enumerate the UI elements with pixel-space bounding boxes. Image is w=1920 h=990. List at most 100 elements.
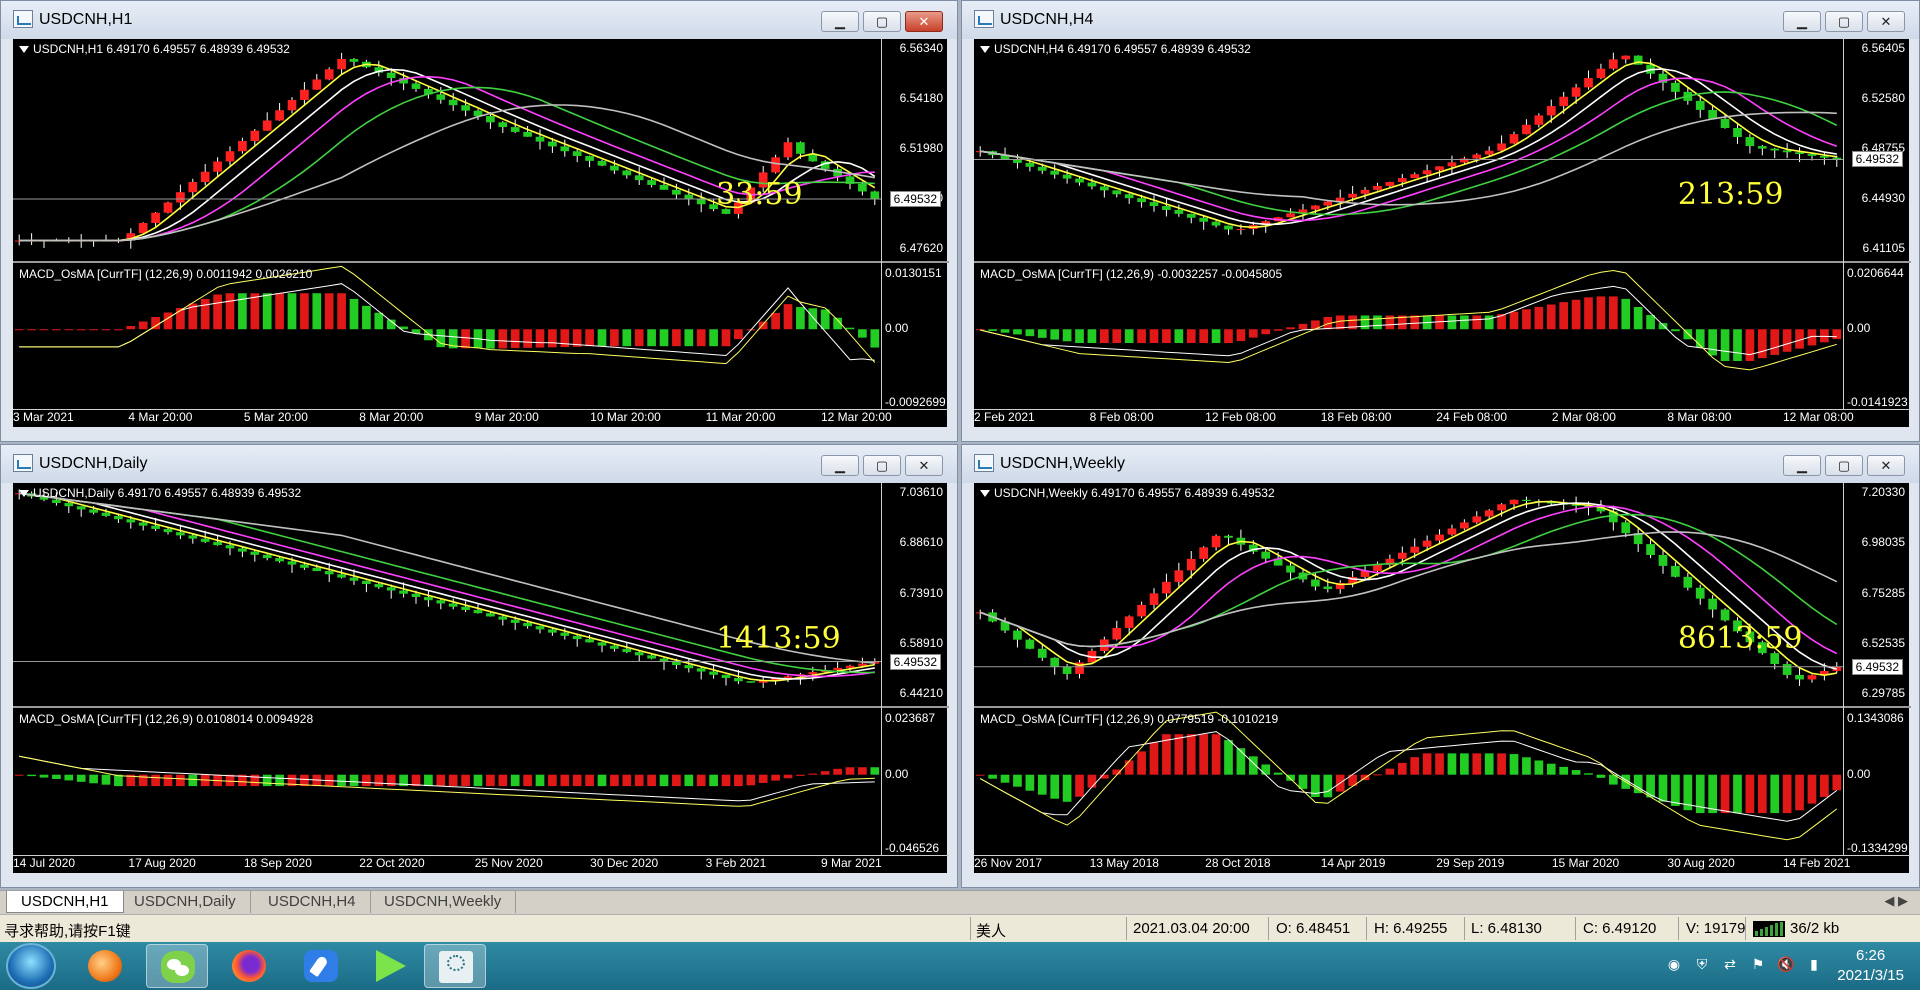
dropdown-triangle-icon[interactable] <box>19 490 29 498</box>
system-clock[interactable]: 6:26 2021/3/15 <box>1837 946 1904 986</box>
time-axis-label: 2 Mar 08:00 <box>1551 410 1616 424</box>
candle-body <box>659 184 669 190</box>
macd-axis-tick: 0.00 <box>885 321 909 336</box>
windows-start-icon[interactable] <box>6 943 56 989</box>
window-titlebar[interactable]: USDCNH,H1 ▁ ▢ ✕ <box>1 1 957 39</box>
price-chart-svg <box>13 39 949 410</box>
minimize-button[interactable]: ▁ <box>1783 11 1821 32</box>
chart-plot-area[interactable]: USDCNH,H4 6.49170 6.49557 6.48939 6.4953… <box>974 39 1911 427</box>
macd-histogram-bar <box>1460 315 1469 330</box>
chart-window-h4[interactable]: USDCNH,H4 ▁ ▢ ✕ USDCNH,H4 6.49170 6.49557 6.… <box>961 0 1920 442</box>
dropdown-triangle-icon[interactable] <box>19 46 29 54</box>
macd-indicator-header: MACD_OsMA [CurrTF] (12,26,9) 0.0779519 -… <box>980 712 1279 726</box>
candle-body <box>275 558 284 562</box>
macd-histogram-bar <box>14 329 24 331</box>
macd-histogram-bar <box>721 329 731 347</box>
media-player-icon[interactable] <box>362 944 424 988</box>
macd-histogram-bar <box>14 774 24 776</box>
tab-usdcnh-h4[interactable]: USDCNH,H4 <box>254 891 371 913</box>
candle-body <box>1186 213 1196 218</box>
maximize-button[interactable]: ▢ <box>863 11 901 32</box>
window-titlebar[interactable]: USDCNH,Daily ▁ ▢ ✕ <box>1 445 957 483</box>
bar-countdown-timer: 1413:59 <box>716 621 841 657</box>
macd-histogram-bar <box>523 774 532 787</box>
symbol-ohlc-header: USDCNH,Weekly 6.49170 6.49557 6.48939 6.… <box>980 486 1275 500</box>
pane-separator[interactable] <box>13 706 949 708</box>
macd-axis-tick: 0.00 <box>1847 321 1871 336</box>
minimize-button[interactable]: ▁ <box>1783 455 1821 476</box>
macd-histogram-bar <box>1460 753 1469 775</box>
tab-usdcnh-weekly[interactable]: USDCNH,Weekly <box>370 891 517 913</box>
close-button[interactable]: ✕ <box>1867 11 1905 32</box>
dropdown-triangle-icon[interactable] <box>980 46 990 54</box>
candle-body <box>163 528 173 533</box>
dropdown-triangle-icon[interactable] <box>980 490 990 498</box>
close-button[interactable]: ✕ <box>905 455 943 476</box>
volume-muted-icon[interactable]: 🔇 <box>1776 956 1796 974</box>
macd-histogram-bar <box>1807 774 1817 804</box>
pane-separator[interactable] <box>974 261 1911 263</box>
macd-histogram-bar <box>262 774 272 787</box>
candle-body <box>1695 100 1705 110</box>
wechat-tray-icon[interactable]: ◉ <box>1664 956 1684 974</box>
tab-usdcnh-daily[interactable]: USDCNH,Daily <box>120 891 251 913</box>
minimize-button[interactable]: ▁ <box>821 455 859 476</box>
price-axis-tick: 6.52580 <box>1861 91 1905 105</box>
maximize-button[interactable]: ▢ <box>1825 11 1863 32</box>
price-axis-tick: 7.03610 <box>899 485 943 499</box>
candle-body <box>1050 170 1060 175</box>
signal-icon[interactable]: ▮ <box>1804 956 1824 974</box>
candle-body <box>436 94 446 100</box>
window-titlebar[interactable]: USDCNH,H4 ▁ ▢ ✕ <box>962 1 1919 39</box>
maximize-button[interactable]: ▢ <box>863 455 901 476</box>
app-logo-icon[interactable] <box>424 944 486 988</box>
pane-separator[interactable] <box>13 261 949 263</box>
chart-plot-area[interactable]: USDCNH,Weekly 6.49170 6.49557 6.48939 6.… <box>974 483 1911 873</box>
chart-plot-area[interactable]: USDCNH,H1 6.49170 6.49557 6.48939 6.4953… <box>13 39 949 427</box>
shield-icon[interactable]: ⛨ <box>1692 956 1712 974</box>
candle-body <box>585 639 594 643</box>
tab-scroll-arrows[interactable]: ◀ ▶ <box>1884 893 1908 909</box>
macd-histogram-bar <box>52 329 61 331</box>
time-axis-label: 12 Feb 08:00 <box>1205 410 1276 424</box>
minimize-button[interactable]: ▁ <box>821 11 859 32</box>
ohlc-text: USDCNH,Daily 6.49170 6.49557 6.48939 6.4… <box>33 486 302 500</box>
chart-window-daily[interactable]: USDCNH,Daily ▁ ▢ ✕ USDCNH,Daily 6.49170 6.49… <box>0 444 958 888</box>
close-button[interactable]: ✕ <box>905 11 943 32</box>
close-button[interactable]: ✕ <box>1867 455 1905 476</box>
time-axis-label: 9 Mar 2021 <box>821 856 882 870</box>
pane-separator[interactable] <box>974 706 1911 708</box>
time-axis-label: 18 Sep 2020 <box>243 856 312 870</box>
macd-histogram-bar <box>101 774 111 785</box>
network-tray-icon[interactable]: ⇄ <box>1720 956 1740 974</box>
macd-histogram-bar <box>1062 774 1072 802</box>
time-axis-label: 14 Jul 2020 <box>13 856 76 870</box>
price-axis-tick: 6.73910 <box>899 585 943 600</box>
tab-usdcnh-h1[interactable]: USDCNH,H1 <box>6 891 124 913</box>
window-title: USDCNH,H1 <box>39 11 133 28</box>
macd-histogram-bar <box>1162 329 1171 344</box>
flag-icon[interactable]: ⚑ <box>1748 956 1768 974</box>
maximize-button[interactable]: ▢ <box>1825 455 1863 476</box>
candle-body <box>572 635 582 640</box>
window-titlebar[interactable]: USDCNH,Weekly ▁ ▢ ✕ <box>962 445 1919 483</box>
wechat-icon[interactable] <box>146 944 208 988</box>
feather-icon[interactable] <box>290 944 352 988</box>
candle-body <box>1782 664 1792 675</box>
macd-histogram-bar <box>845 327 855 330</box>
firefox-icon[interactable] <box>218 944 280 988</box>
chart-plot-area[interactable]: USDCNH,Daily 6.49170 6.49557 6.48939 6.4… <box>13 483 949 873</box>
macd-axis-tick: -0.1334299 <box>1847 841 1908 855</box>
chart-window-h1[interactable]: USDCNH,H1 ▁ ▢ ✕ USDCNH,H1 6.49170 6.49557 6.… <box>0 0 958 442</box>
time-axis-label: 8 Feb 08:00 <box>1089 410 1154 424</box>
macd-histogram-bar <box>535 774 545 787</box>
chart-window-weekly[interactable]: USDCNH,Weekly ▁ ▢ ✕ USDCNH,Weekly 6.49170 6.… <box>961 444 1920 888</box>
candle-body <box>1261 551 1271 559</box>
macd-histogram-bar <box>1472 315 1482 330</box>
bar-datetime: 2021.03.04 20:00 <box>1133 920 1250 937</box>
macd-histogram-bar <box>1832 329 1842 340</box>
browser-orange-icon[interactable] <box>74 944 136 988</box>
candle-body <box>1124 194 1134 199</box>
candle-body <box>1546 106 1556 116</box>
candle-body <box>1422 170 1432 175</box>
